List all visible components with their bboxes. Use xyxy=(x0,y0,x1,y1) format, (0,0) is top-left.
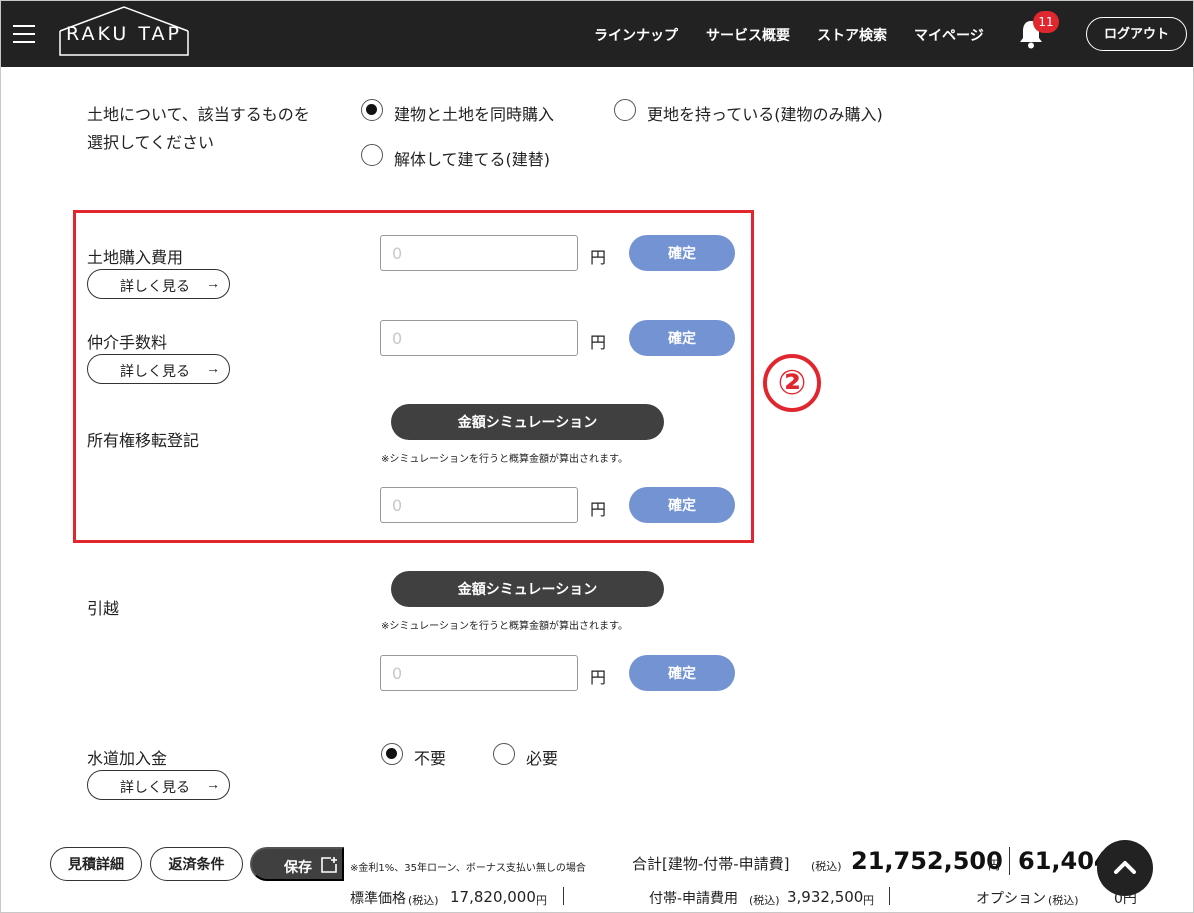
save-button[interactable]: 保存 xyxy=(250,847,344,881)
simulation-note: ※シミュレーションを行うと概算金額が算出されます。 xyxy=(381,454,628,465)
save-add-icon xyxy=(321,857,337,873)
ancillary-cost-tax: (税込) xyxy=(749,894,780,907)
ownership-transfer-input[interactable] xyxy=(380,487,578,523)
yen-unit: 円 xyxy=(590,500,607,519)
moving-confirm-button[interactable]: 確定 xyxy=(629,655,735,691)
standard-price-unit: 円 xyxy=(536,894,547,907)
top-navigation-bar: RAKU TAP ラインナップ サービス概要 ストア検索 マイページ 11 ログ… xyxy=(1,1,1193,67)
brokerage-confirm-button[interactable]: 確定 xyxy=(629,320,735,356)
raku-tap-logo[interactable]: RAKU TAP xyxy=(58,5,190,57)
brokerage-input[interactable] xyxy=(380,320,578,356)
land-question-label-line2: 選択してください xyxy=(87,133,215,152)
total-tax-label: (税込) xyxy=(811,860,842,873)
hamburger-icon[interactable] xyxy=(13,25,35,43)
radio-rebuild-label[interactable]: 解体して建てる(建替) xyxy=(394,146,550,170)
total-unit: 円 xyxy=(988,858,1001,872)
brokerage-detail-button[interactable]: 詳しく見る → xyxy=(87,354,230,384)
simulation-note: ※シミュレーションを行うと概算金額が算出されます。 xyxy=(381,621,628,632)
nav-lineup[interactable]: ラインナップ xyxy=(594,25,678,45)
nav-store-search[interactable]: ストア検索 xyxy=(817,25,887,45)
yen-unit: 円 xyxy=(590,333,607,352)
yen-unit: 円 xyxy=(590,668,607,687)
chevron-up-icon xyxy=(1114,861,1136,874)
summary-footer: 見積詳細 返済条件 保存 ※金利1%、35年ローン、ボーナス支払い無しの場合 合… xyxy=(1,831,1193,912)
annotation-marker-2: ② xyxy=(763,354,821,412)
radio-vacant-land-label[interactable]: 更地を持っている(建物のみ購入) xyxy=(647,101,883,125)
radio-land-and-building-label[interactable]: 建物と土地を同時購入 xyxy=(394,101,554,125)
total-label: 合計[建物-付帯-申請費] xyxy=(632,855,790,873)
detail-label: 詳しく見る xyxy=(120,779,190,795)
detail-label: 詳しく見る xyxy=(120,278,190,294)
radio-land-and-building[interactable] xyxy=(361,99,383,121)
logo-text: RAKU TAP xyxy=(66,23,182,45)
logout-button[interactable]: ログアウト xyxy=(1086,17,1187,51)
save-label: 保存 xyxy=(284,859,312,875)
land-purchase-detail-button[interactable]: 詳しく見る → xyxy=(87,269,230,299)
brokerage-label: 仲介手数料 xyxy=(87,333,168,352)
option-tax: (税込) xyxy=(1048,894,1079,907)
detail-label: 詳しく見る xyxy=(120,363,190,379)
nav-my-page[interactable]: マイページ xyxy=(914,25,984,45)
land-purchase-confirm-button[interactable]: 確定 xyxy=(629,235,735,271)
arrow-right-icon: → xyxy=(206,776,220,792)
moving-simulation-button[interactable]: 金額シミュレーション xyxy=(391,571,664,607)
moving-input[interactable] xyxy=(380,655,578,691)
ownership-transfer-simulation-button[interactable]: 金額シミュレーション xyxy=(391,404,664,440)
ownership-transfer-confirm-button[interactable]: 確定 xyxy=(629,487,735,523)
land-question-label-line1: 土地について、該当するものを xyxy=(87,105,310,124)
ownership-transfer-label: 所有権移転登記 xyxy=(87,431,200,450)
yen-unit: 円 xyxy=(590,248,607,267)
standard-price-label: 標準価格 xyxy=(350,891,406,907)
notification-badge: 11 xyxy=(1033,11,1059,33)
radio-vacant-land[interactable] xyxy=(614,99,636,121)
land-purchase-input[interactable] xyxy=(380,235,578,271)
ancillary-cost-label: 付帯-申請費用 xyxy=(649,891,739,907)
option-label: オプション xyxy=(976,891,1046,907)
moving-label: 引越 xyxy=(87,599,120,618)
radio-water-required-label[interactable]: 必要 xyxy=(526,745,558,769)
page-frame: RAKU TAP ラインナップ サービス概要 ストア検索 マイページ 11 ログ… xyxy=(0,0,1194,913)
standard-price-tax: (税込) xyxy=(408,894,439,907)
total-amount: 21,752,500 xyxy=(851,847,1003,875)
water-fee-detail-button[interactable]: 詳しく見る → xyxy=(87,770,230,800)
ancillary-cost-value: 3,932,500 xyxy=(787,888,864,906)
nav-service-overview[interactable]: サービス概要 xyxy=(706,25,790,45)
arrow-right-icon: → xyxy=(206,275,220,291)
repayment-conditions-button[interactable]: 返済条件 xyxy=(150,847,243,881)
divider xyxy=(889,887,890,905)
radio-water-not-required[interactable] xyxy=(381,743,403,765)
radio-water-not-required-label[interactable]: 不要 xyxy=(414,745,446,769)
ancillary-cost-unit: 円 xyxy=(863,894,874,907)
scroll-to-top-button[interactable] xyxy=(1097,840,1153,896)
land-purchase-label: 土地購入費用 xyxy=(87,248,184,267)
loan-condition-note: ※金利1%、35年ローン、ボーナス支払い無しの場合 xyxy=(350,863,586,874)
divider xyxy=(1009,847,1010,875)
water-fee-label: 水道加入金 xyxy=(87,749,168,768)
estimate-detail-button[interactable]: 見積詳細 xyxy=(50,847,142,881)
arrow-right-icon: → xyxy=(206,360,220,376)
standard-price-value: 17,820,000 xyxy=(450,888,536,906)
divider xyxy=(563,887,564,905)
radio-rebuild[interactable] xyxy=(361,144,383,166)
radio-water-required[interactable] xyxy=(493,743,515,765)
